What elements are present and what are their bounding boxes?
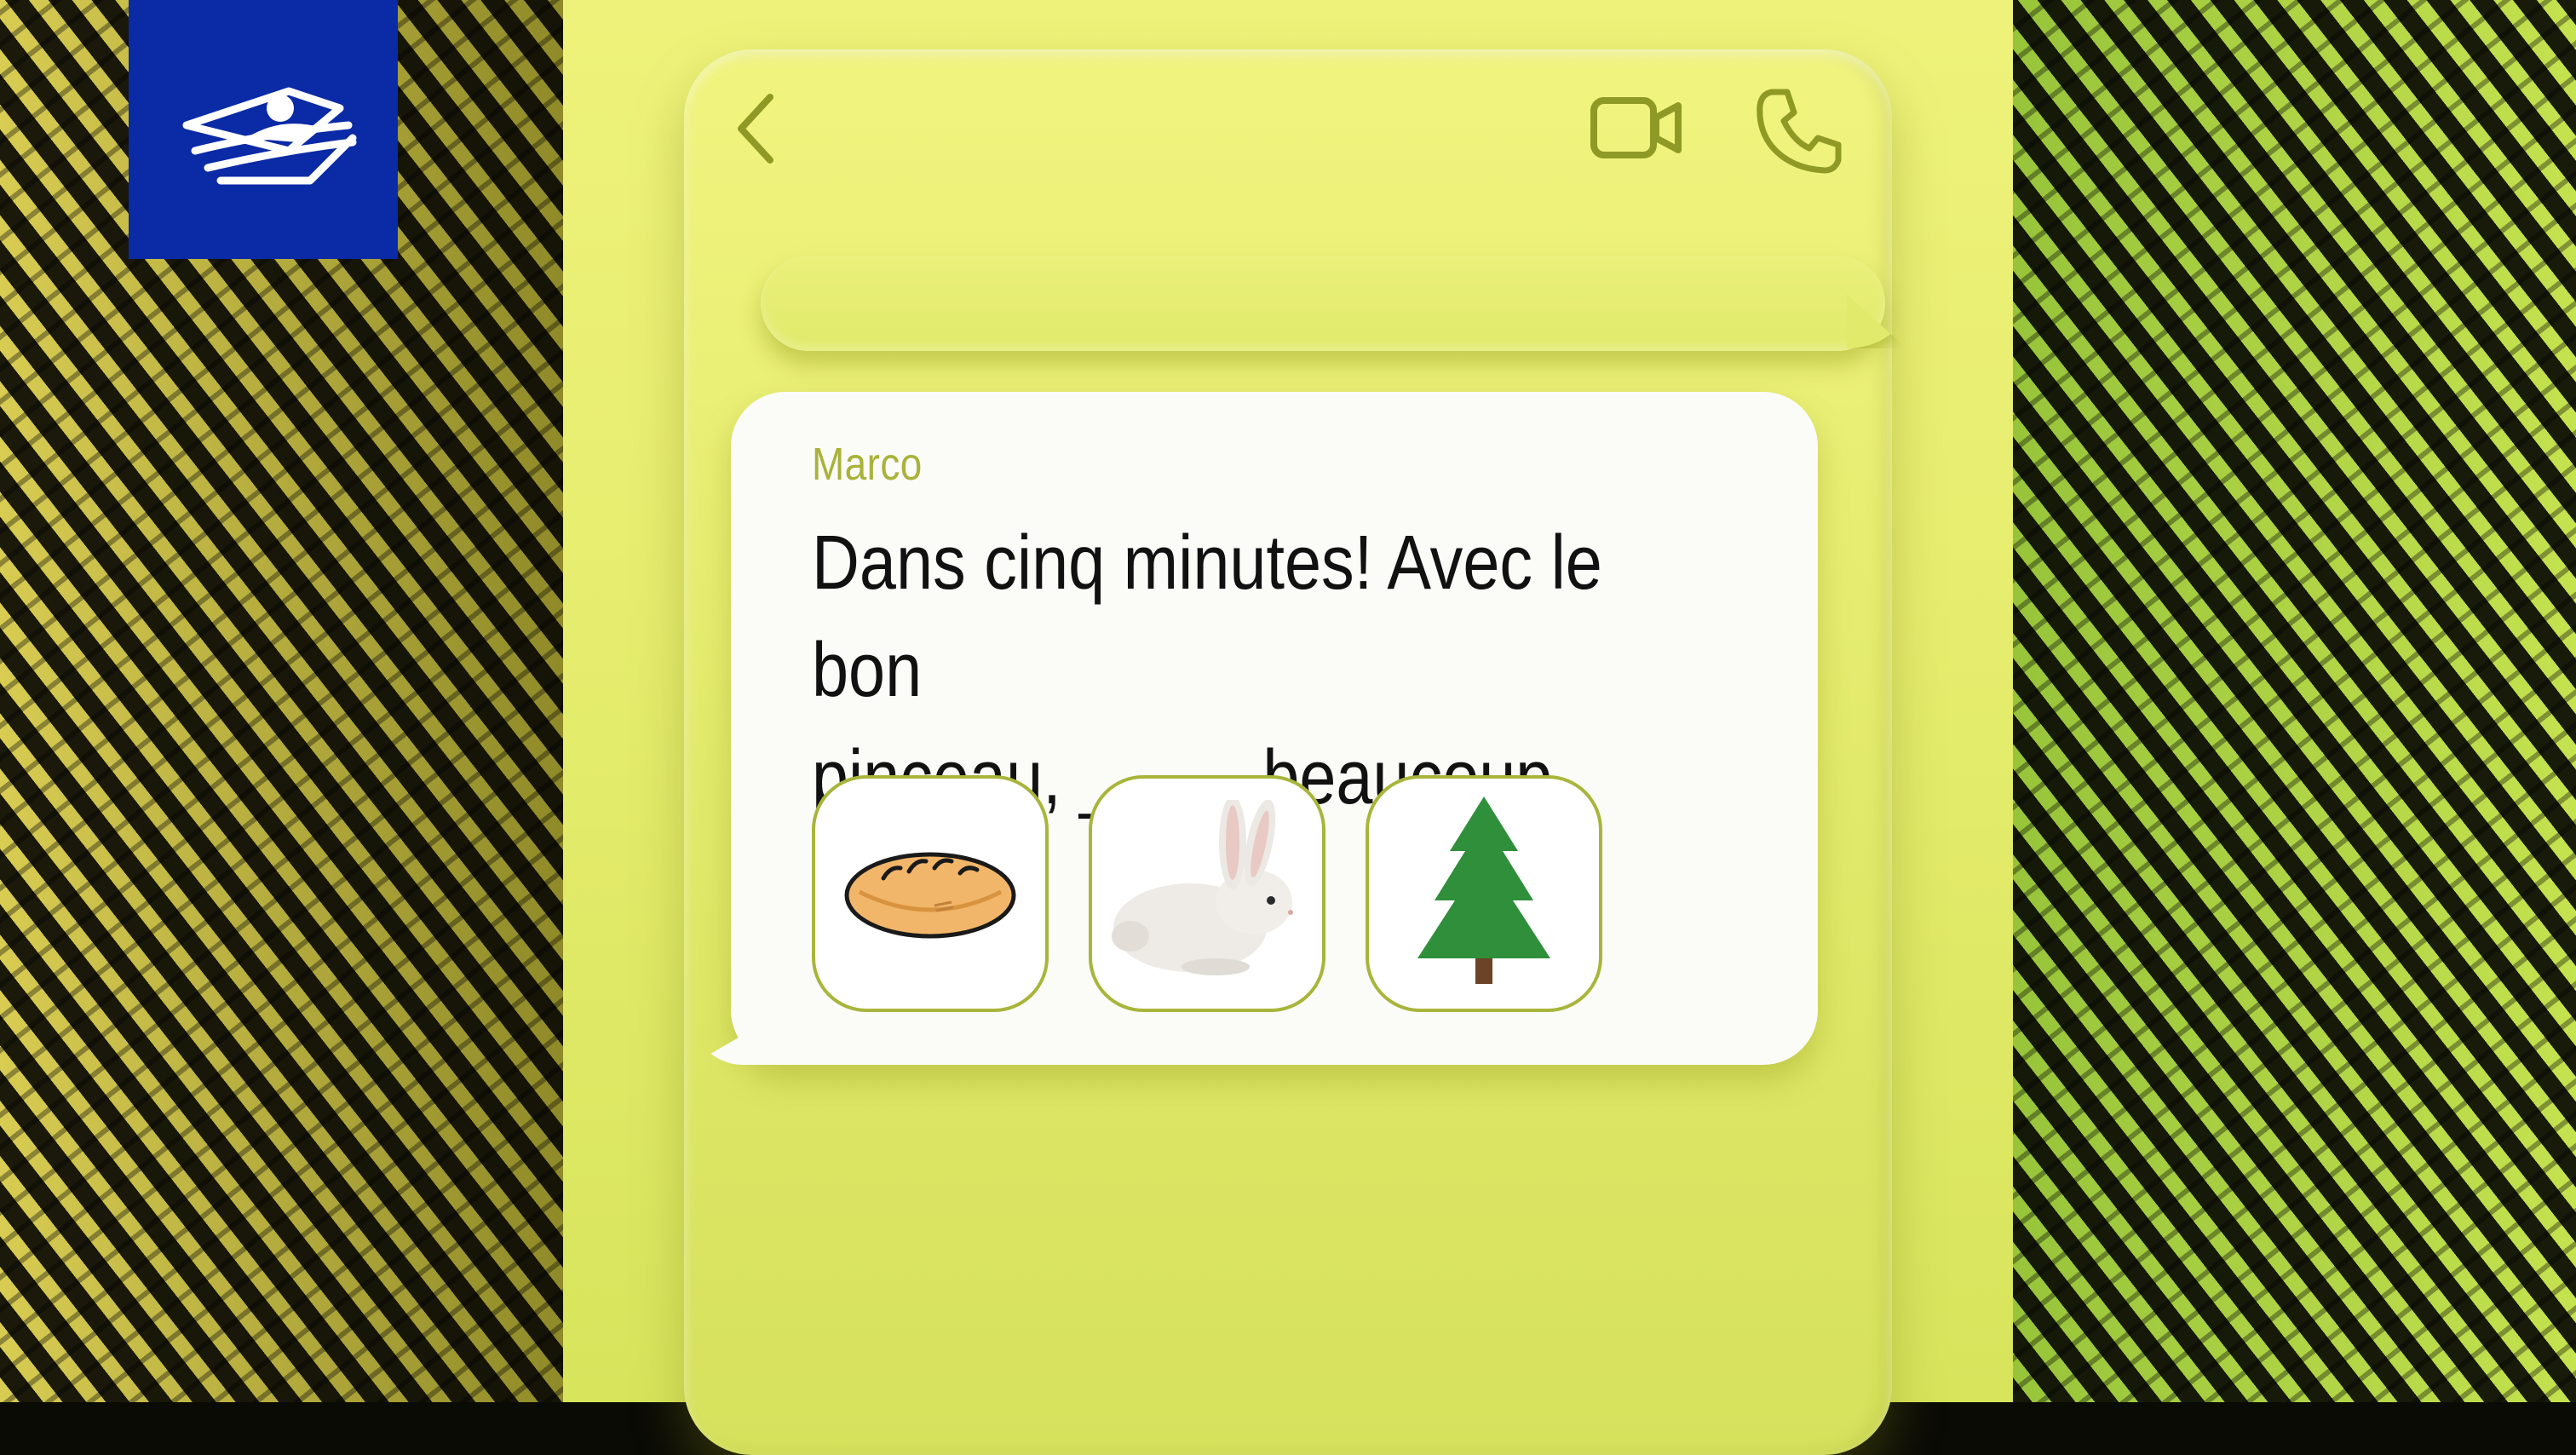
photo-stack-icon	[182, 87, 357, 185]
choice-rabbit[interactable]	[1089, 775, 1325, 1012]
choice-bread[interactable]	[812, 775, 1049, 1012]
video-camera-icon[interactable]	[1590, 95, 1683, 160]
bread-icon	[844, 852, 1016, 939]
sender-name: Marco	[812, 439, 923, 490]
pine-tree-icon	[1417, 797, 1550, 984]
channel-logo	[129, 0, 398, 259]
phone-icon[interactable]	[1753, 85, 1845, 177]
outgoing-message-bubble	[761, 256, 1885, 351]
chevron-left-icon[interactable]	[734, 92, 777, 165]
choice-tree[interactable]	[1366, 775, 1602, 1012]
rabbit-icon	[1112, 800, 1293, 975]
